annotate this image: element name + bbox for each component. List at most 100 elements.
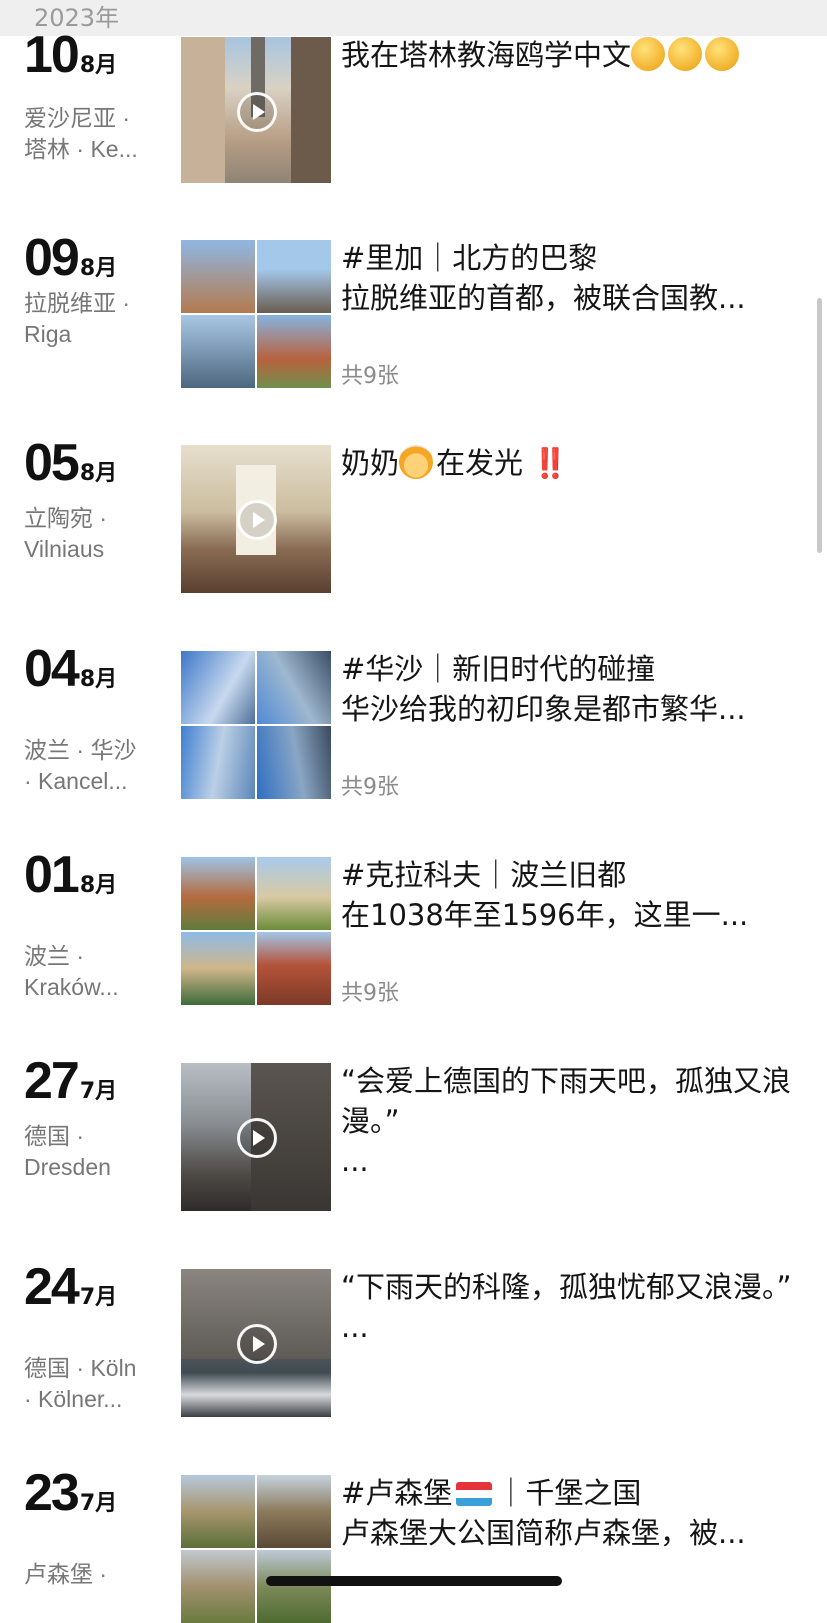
post-title: “会爱上德国的下雨天吧，孤独又浪漫。” <box>341 1064 792 1138</box>
play-icon <box>237 1324 277 1364</box>
post-title: 我在塔林教海鸥学中文 <box>341 38 632 72</box>
post-location: 爱沙尼亚 · 塔林 · Ke... <box>24 103 164 165</box>
post-text: 我在塔林教海鸥学中文 <box>341 35 811 75</box>
post-title-cont: 在发光 <box>436 446 524 480</box>
photo-thumbnail[interactable] <box>257 651 331 724</box>
post-location: 波兰 · 华沙 · Kancel... <box>24 735 164 797</box>
photo-thumbnail[interactable] <box>257 240 331 313</box>
post-title: “下雨天的科隆，孤独忧郁又浪漫。” <box>341 1270 792 1304</box>
photo-thumbnail[interactable] <box>181 315 255 388</box>
photo-thumbnail[interactable] <box>181 1475 255 1548</box>
play-icon <box>237 92 277 132</box>
post-month: 8月 <box>79 667 118 692</box>
post-day: 09 <box>24 229 80 287</box>
location-line: 拉脱维亚 · <box>24 290 131 316</box>
photo-count: 共9张 <box>341 364 399 389</box>
scrollbar[interactable] <box>817 298 822 553</box>
post-date: 108月 <box>24 25 117 85</box>
home-indicator[interactable] <box>266 1576 562 1586</box>
double-exclamation-icon: ‼️ <box>532 446 568 480</box>
location-line: 德国 · <box>24 1123 85 1149</box>
post-excerpt: 卢森堡大公国简称卢森堡，被... <box>341 1516 746 1550</box>
post-location: 德国 · Köln · Kölner... <box>24 1353 164 1415</box>
post-text: 奶奶 在发光 ‼️ <box>341 443 811 483</box>
post-title: #卢森堡 <box>341 1476 453 1510</box>
post-day: 27 <box>24 1052 80 1110</box>
post-day: 04 <box>24 640 80 698</box>
photo-grid[interactable] <box>181 651 331 799</box>
photo-thumbnail[interactable] <box>181 932 255 1005</box>
photo-thumbnail[interactable] <box>181 857 255 930</box>
post-location: 立陶宛 · Vilniaus <box>24 503 164 565</box>
photo-thumbnail[interactable] <box>257 1475 331 1548</box>
post-excerpt: 在1038年至1596年，这里一... <box>341 898 749 932</box>
grandma-emoji-icon <box>399 445 434 479</box>
post-month: 8月 <box>79 873 118 898</box>
post-day: 01 <box>24 846 80 904</box>
location-line: 塔林 · Ke... <box>24 136 138 162</box>
photo-thumbnail[interactable] <box>257 726 331 799</box>
location-line: Dresden <box>24 1154 111 1180</box>
post-title: 奶奶 <box>341 446 400 480</box>
photo-thumbnail[interactable] <box>257 315 331 388</box>
post-date: 247月 <box>24 1257 117 1317</box>
year-header: 2023年 <box>0 0 827 36</box>
post-month: 8月 <box>79 461 118 486</box>
post-excerpt: 拉脱维亚的首都，被联合国教... <box>341 281 746 315</box>
post-text: #克拉科夫｜波兰旧都 在1038年至1596年，这里一... <box>341 855 811 935</box>
post-date: 048月 <box>24 639 117 699</box>
emoji-icon <box>631 37 666 71</box>
post-date: 058月 <box>24 433 117 493</box>
location-line: 波兰 · <box>24 943 85 969</box>
location-line: 立陶宛 · <box>24 505 108 531</box>
post-date: 018月 <box>24 845 117 905</box>
post-location: 波兰 · Kraków... <box>24 941 164 1003</box>
photo-thumbnail[interactable] <box>181 726 255 799</box>
post-day: 10 <box>24 26 80 84</box>
post-month: 8月 <box>79 256 118 281</box>
post-excerpt: ... <box>341 1310 369 1344</box>
post-location: 卢森堡 · <box>24 1559 164 1590</box>
post-date: 237月 <box>24 1463 117 1523</box>
post-title: #里加｜北方的巴黎 <box>341 241 598 275</box>
play-icon <box>237 500 277 540</box>
post-month: 7月 <box>79 1079 118 1104</box>
location-line: Vilniaus <box>24 536 105 562</box>
video-thumbnail[interactable] <box>181 445 331 593</box>
luxembourg-flag-icon <box>456 1482 493 1506</box>
location-line: Kraków... <box>24 974 119 1000</box>
post-excerpt: 华沙给我的初印象是都市繁华... <box>341 692 746 726</box>
post-text: #卢森堡 ｜千堡之国 卢森堡大公国简称卢森堡，被... <box>341 1473 811 1553</box>
post-date: 277月 <box>24 1051 117 1111</box>
location-line: 德国 · Köln <box>24 1355 137 1381</box>
photo-count: 共9张 <box>341 981 399 1006</box>
post-day: 05 <box>24 434 80 492</box>
photo-thumbnail[interactable] <box>257 1550 331 1623</box>
post-date: 098月 <box>24 228 117 288</box>
post-title-cont: ｜千堡之国 <box>496 1476 642 1510</box>
photo-thumbnail[interactable] <box>181 651 255 724</box>
photo-thumbnail[interactable] <box>257 932 331 1005</box>
post-title: #华沙｜新旧时代的碰撞 <box>341 652 656 686</box>
post-title: #克拉科夫｜波兰旧都 <box>341 858 627 892</box>
photo-thumbnail[interactable] <box>257 857 331 930</box>
photo-grid[interactable] <box>181 857 331 1005</box>
post-month: 7月 <box>79 1285 118 1310</box>
post-day: 24 <box>24 1258 80 1316</box>
post-text: “会爱上德国的下雨天吧，孤独又浪漫。” ... <box>341 1061 811 1181</box>
post-location: 拉脱维亚 · Riga <box>24 288 164 350</box>
photo-thumbnail[interactable] <box>181 1550 255 1623</box>
photo-thumbnail[interactable] <box>181 240 255 313</box>
location-line: 波兰 · 华沙 <box>24 737 137 763</box>
photo-grid[interactable] <box>181 240 331 388</box>
emoji-icon <box>705 37 740 71</box>
post-text: #华沙｜新旧时代的碰撞 华沙给我的初印象是都市繁华... <box>341 649 811 729</box>
post-location: 德国 · Dresden <box>24 1121 164 1183</box>
video-thumbnail[interactable] <box>181 37 331 183</box>
post-text: #里加｜北方的巴黎 拉脱维亚的首都，被联合国教... <box>341 238 811 318</box>
play-icon <box>237 1118 277 1158</box>
location-line: 爱沙尼亚 · <box>24 105 131 131</box>
post-month: 8月 <box>79 53 118 78</box>
video-thumbnail[interactable] <box>181 1063 331 1211</box>
video-thumbnail[interactable] <box>181 1269 331 1417</box>
